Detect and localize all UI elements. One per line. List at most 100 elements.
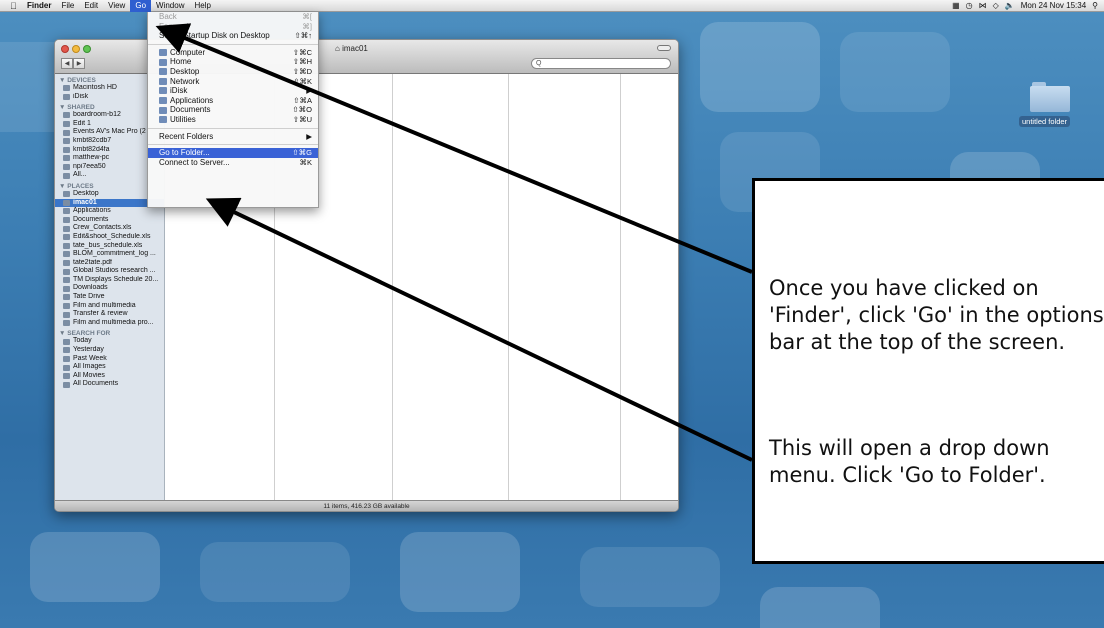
shortcut-label: ⇧⌘K: [293, 76, 312, 86]
window-title: ⌂ imac01: [335, 44, 368, 53]
menu-item-icon: [159, 87, 167, 95]
sidebar-item[interactable]: TM Displays Schedule 20...: [55, 276, 164, 285]
sidebar-item[interactable]: Film and multimedia pro...: [55, 319, 164, 328]
go-menu-item[interactable]: Applications ⇧⌘A: [148, 96, 318, 106]
go-menu-item[interactable]: Connect to Server... ⌘K: [148, 158, 318, 168]
sidebar-item[interactable]: Crew_Contacts.xls: [55, 224, 164, 233]
sidebar-item-icon: [63, 338, 70, 345]
go-menu-item[interactable]: Recent Folders ▶: [148, 132, 318, 142]
sidebar-item-label: TM Displays Schedule 20...: [73, 275, 159, 283]
sidebar-item-label: Film and multimedia: [73, 301, 136, 309]
instruction-callout: Once you have clicked on 'Finder', click…: [752, 178, 1104, 564]
menu-edit[interactable]: Edit: [79, 0, 103, 12]
shortcut-label: ⌘]: [302, 21, 312, 31]
go-menu-item-label: Connect to Server...: [159, 157, 230, 167]
menu-help[interactable]: Help: [189, 0, 215, 12]
sidebar-item[interactable]: tate2tate.pdf: [55, 259, 164, 268]
go-menu-item[interactable]: Desktop ⇧⌘D: [148, 67, 318, 77]
shortcut-label: ⇧⌘H: [292, 57, 312, 67]
sidebar-item[interactable]: tate_bus_schedule.xls: [55, 242, 164, 251]
sidebar-item-icon: [63, 320, 70, 327]
sidebar-item-icon: [63, 242, 70, 249]
column-4[interactable]: [509, 74, 621, 502]
sidebar-item[interactable]: Today: [55, 337, 164, 346]
sidebar-item-icon: [63, 191, 70, 198]
go-menu-item[interactable]: Go to Folder... ⇧⌘G: [148, 148, 318, 158]
status-bar: 11 items, 416.23 GB available: [55, 500, 678, 511]
desktop-folder-label[interactable]: untitled folder: [1019, 116, 1071, 127]
sidebar-item[interactable]: All Movies: [55, 372, 164, 381]
toolbar-toggle-button[interactable]: [657, 45, 671, 51]
go-menu-item-label: Documents: [170, 105, 211, 115]
sidebar-item[interactable]: BLOM_commitment_log ...: [55, 250, 164, 259]
close-icon[interactable]: [61, 45, 69, 53]
sidebar-item-icon: [63, 285, 70, 292]
folder-icon[interactable]: [1030, 82, 1070, 112]
go-menu-item-label: Computer: [170, 47, 206, 57]
shortcut-label: ⇧⌘U: [292, 114, 312, 124]
sidebar-item-label: BLOM_commitment_log ...: [73, 250, 156, 258]
sidebar-item-label: Yesterday: [73, 346, 104, 354]
sidebar-item-icon: [63, 355, 70, 362]
sidebar-item[interactable]: Applications: [55, 207, 164, 216]
sidebar-item-label: Global Studios research ...: [73, 267, 156, 275]
sidebar-item-label: Film and multimedia pro...: [73, 318, 154, 326]
sidebar-item[interactable]: Film and multimedia: [55, 302, 164, 311]
sidebar-item[interactable]: Tate Drive: [55, 293, 164, 302]
search-input[interactable]: Q: [531, 58, 671, 69]
sidebar-item-icon: [63, 93, 70, 100]
sidebar-item-icon: [63, 277, 70, 284]
menu-item-icon: [159, 58, 167, 66]
sidebar-item-icon: [63, 259, 70, 266]
volume-icon[interactable]: 🔈: [1005, 1, 1015, 10]
forward-button[interactable]: ▶: [73, 58, 85, 69]
sidebar-item[interactable]: Transfer & review: [55, 310, 164, 319]
menu-go[interactable]: Go: [130, 0, 152, 12]
sidebar-item[interactable]: Edit&shoot_Schedule.xls: [55, 233, 164, 242]
minimize-icon[interactable]: [72, 45, 80, 53]
menu-separator: [148, 127, 318, 129]
go-menu-item-label: Network: [170, 76, 200, 86]
sidebar-item[interactable]: All Images: [55, 363, 164, 372]
sidebar-item-icon: [63, 302, 70, 309]
menu-item-icon: [159, 49, 167, 57]
sidebar-item-icon: [63, 268, 70, 275]
go-menu-item[interactable]: Home ⇧⌘H: [148, 57, 318, 67]
sidebar-item-label: kmbt82d4fa: [73, 145, 110, 153]
sidebar-item-icon: [63, 347, 70, 354]
go-menu-item[interactable]: Utilities ⇧⌘U: [148, 115, 318, 125]
go-menu-item[interactable]: Computer ⇧⌘C: [148, 48, 318, 58]
spotlight-icon[interactable]: ⚲: [1092, 1, 1098, 10]
shortcut-label: ⇧⌘D: [292, 66, 312, 76]
sidebar-item[interactable]: Global Studios research ...: [55, 267, 164, 276]
sidebar-item-icon: [63, 294, 70, 301]
apple-icon[interactable]: : [10, 1, 22, 11]
menu-file[interactable]: File: [56, 0, 79, 12]
display-icon[interactable]: ▦: [952, 1, 960, 10]
sidebar-item-icon: [63, 129, 70, 136]
bluetooth-icon[interactable]: ⋈: [979, 1, 987, 10]
sidebar-item[interactable]: Past Week: [55, 355, 164, 364]
column-3[interactable]: [393, 74, 509, 502]
sidebar-item[interactable]: All Documents: [55, 380, 164, 389]
sidebar-item[interactable]: Yesterday: [55, 346, 164, 355]
sidebar-item[interactable]: Documents: [55, 216, 164, 225]
back-button[interactable]: ◀: [61, 58, 73, 69]
go-menu-item-label: Home: [170, 57, 192, 67]
go-menu-item[interactable]: Documents ⇧⌘O: [148, 105, 318, 115]
go-menu-item[interactable]: Select Startup Disk on Desktop ⇧⌘↑: [148, 31, 318, 41]
wifi-icon[interactable]: ◇: [993, 1, 999, 10]
time-machine-icon[interactable]: ◷: [966, 1, 973, 10]
zoom-icon[interactable]: [83, 45, 91, 53]
menu-item-icon: [159, 116, 167, 124]
sidebar-item-label: Tate Drive: [73, 293, 105, 301]
menu-window[interactable]: Window: [151, 0, 189, 12]
menu-view[interactable]: View: [103, 0, 130, 12]
sidebar-item-label: imac01: [73, 198, 97, 206]
go-menu-item[interactable]: iDisk ▶: [148, 86, 318, 96]
go-menu-item[interactable]: Network ⇧⌘K: [148, 77, 318, 87]
menu-finder[interactable]: Finder: [22, 0, 56, 12]
sidebar-item-label: Crew_Contacts.xls: [73, 224, 132, 232]
clock[interactable]: Mon 24 Nov 15:34: [1021, 1, 1086, 10]
sidebar-item[interactable]: Downloads: [55, 284, 164, 293]
